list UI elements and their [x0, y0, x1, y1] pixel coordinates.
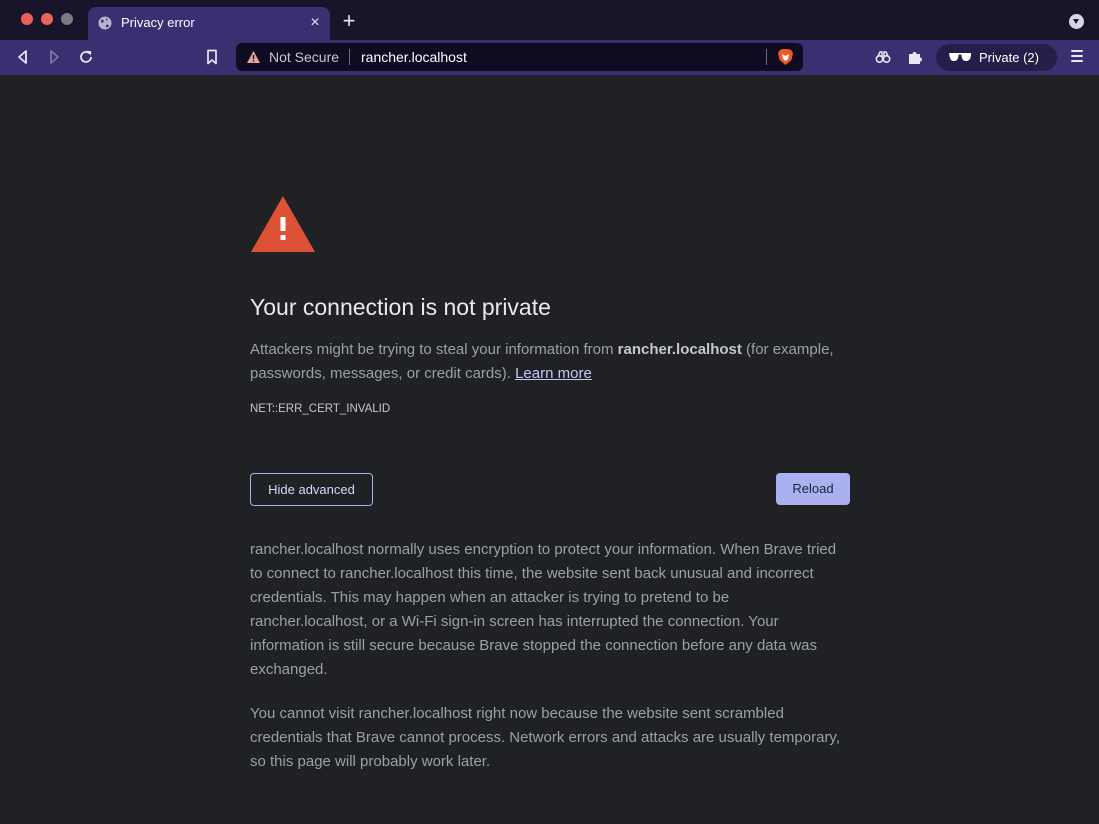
hamburger-menu-icon[interactable] [1071, 50, 1083, 64]
intro-text-start: Attackers might be trying to steal your … [250, 341, 618, 358]
binoculars-icon[interactable] [874, 48, 892, 66]
page-title: Your connection is not private [250, 294, 551, 320]
address-divider [766, 49, 767, 65]
tab-title: Privacy error [121, 15, 195, 30]
tab-privacy-error[interactable]: Privacy error × [88, 7, 330, 40]
warning-triangle-icon[interactable] [246, 50, 261, 64]
warning-triangle-icon [251, 196, 315, 252]
details-paragraph: rancher.localhost normally uses encrypti… [250, 541, 837, 678]
browser-toolbar: Not Secure rancher.localhost Private (2) [0, 40, 1099, 75]
brave-lion-icon[interactable] [777, 48, 794, 66]
details-paragraph: You cannot visit rancher.localhost right… [250, 705, 840, 770]
security-status-label[interactable]: Not Secure [269, 49, 339, 65]
sunglasses-icon [949, 53, 971, 61]
intro-text: Attackers might be trying to steal your … [250, 338, 850, 386]
puzzle-icon[interactable] [906, 48, 924, 66]
window-close-button[interactable] [21, 13, 33, 25]
url-text[interactable]: rancher.localhost [361, 49, 467, 65]
back-arrow-icon[interactable] [14, 48, 32, 66]
window-titlebar: Privacy error × + [0, 0, 1099, 40]
learn-more-link[interactable]: Learn more [515, 365, 592, 382]
bookmark-icon[interactable] [203, 48, 221, 66]
reload-button[interactable]: Reload [776, 473, 850, 505]
address-divider [349, 49, 350, 65]
address-bar[interactable]: Not Secure rancher.localhost [236, 43, 803, 71]
tab-close-icon[interactable]: × [306, 14, 324, 32]
reload-icon[interactable] [77, 48, 95, 66]
hide-advanced-button[interactable]: Hide advanced [250, 473, 373, 506]
private-window-indicator[interactable]: Private (2) [936, 44, 1057, 71]
intro-hostname: rancher.localhost [617, 341, 742, 358]
forward-arrow-icon[interactable] [45, 48, 63, 66]
window-minimize-button[interactable] [41, 13, 53, 25]
globe-icon [98, 16, 112, 30]
window-maximize-button[interactable] [61, 13, 73, 25]
tab-search-icon[interactable] [1069, 14, 1084, 29]
error-code: NET::ERR_CERT_INVALID [250, 403, 391, 415]
new-tab-button[interactable]: + [339, 10, 359, 32]
private-window-label: Private (2) [979, 50, 1039, 65]
